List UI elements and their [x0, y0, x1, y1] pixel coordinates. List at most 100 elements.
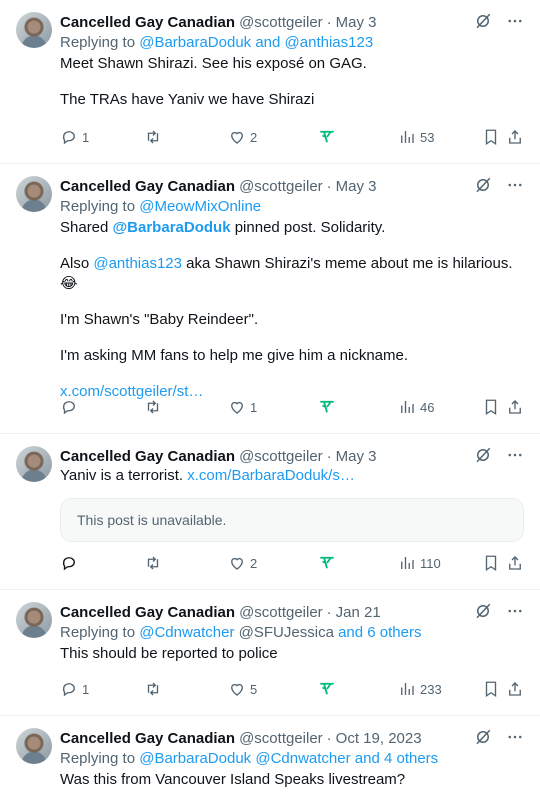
mention-link[interactable]: @SFUJessica	[235, 624, 334, 641]
share-button[interactable]	[506, 680, 524, 698]
views-icon	[398, 680, 416, 698]
share-button[interactable]	[506, 398, 524, 416]
more-options-icon[interactable]	[506, 446, 524, 464]
handle[interactable]: @scottgeiler	[239, 604, 323, 621]
avatar[interactable]	[16, 176, 52, 212]
bookmark-button[interactable]	[482, 554, 500, 572]
mention-link[interactable]: @anthias123	[285, 34, 374, 51]
others-link[interactable]: and 6 others	[334, 624, 421, 641]
more-options-icon[interactable]	[506, 602, 524, 620]
avatar[interactable]	[16, 446, 52, 482]
mention-link[interactable]: @anthias123	[93, 255, 182, 272]
retweet-button[interactable]	[144, 398, 166, 416]
grok-analyze-button[interactable]	[318, 398, 336, 416]
reply-button[interactable]: 1	[60, 680, 89, 698]
views-count: 46	[420, 399, 435, 415]
share-button[interactable]	[506, 128, 524, 146]
handle[interactable]: @scottgeiler	[239, 178, 323, 195]
unavailable-quote-card[interactable]: This post is unavailable.	[60, 498, 524, 542]
like-button[interactable]: 5	[228, 680, 257, 698]
others-link[interactable]: and 4 others	[351, 750, 438, 767]
reply-icon	[60, 554, 78, 572]
grok-analyze-button[interactable]	[318, 680, 336, 698]
retweet-button[interactable]	[144, 554, 166, 572]
tweet[interactable]: Cancelled Gay Canadian @scottgeiler · Ma…	[0, 434, 540, 590]
url-link[interactable]: x.com/BarbaraDoduk/s…	[187, 467, 355, 484]
display-name[interactable]: Cancelled Gay Canadian	[60, 604, 235, 621]
grok-icon[interactable]	[474, 446, 492, 464]
more-options-icon[interactable]	[506, 12, 524, 30]
reply-button[interactable]	[60, 554, 82, 572]
like-button[interactable]: 1	[228, 398, 257, 416]
action-bar: 1 5 233	[60, 680, 524, 700]
like-button[interactable]: 2	[228, 128, 257, 146]
grok-analyze-button[interactable]	[318, 554, 336, 572]
mention-link[interactable]: @BarbaraDoduk	[113, 219, 231, 236]
views-button[interactable]: 53	[398, 128, 434, 146]
reply-icon	[60, 680, 78, 698]
avatar[interactable]	[16, 602, 52, 638]
tweet[interactable]: Cancelled Gay Canadian @scottgeiler · Oc…	[0, 716, 540, 796]
timestamp[interactable]: May 3	[336, 448, 377, 465]
mention-link[interactable]: @Cdnwatcher	[139, 624, 234, 641]
bookmark-button[interactable]	[482, 398, 500, 416]
more-options-icon[interactable]	[506, 176, 524, 194]
bookmark-button[interactable]	[482, 128, 500, 146]
views-button[interactable]: 46	[398, 398, 434, 416]
grok-analyze-icon	[318, 398, 336, 416]
reply-button[interactable]	[60, 398, 82, 416]
tweet-text: Shared @BarbaraDoduk pinned post. Solida…	[60, 218, 524, 402]
tweet-line: Was this from Vancouver Island Speaks li…	[60, 771, 406, 788]
reply-count: 1	[82, 129, 90, 145]
heart-icon	[228, 554, 246, 572]
tweet[interactable]: Cancelled Gay Canadian @scottgeiler · Ja…	[0, 590, 540, 716]
views-icon	[398, 398, 416, 416]
tweet[interactable]: Cancelled Gay Canadian @scottgeiler · Ma…	[0, 0, 540, 164]
timestamp[interactable]: Jan 21	[336, 604, 381, 621]
grok-icon[interactable]	[474, 12, 492, 30]
retweet-button[interactable]	[144, 680, 166, 698]
avatar[interactable]	[16, 12, 52, 48]
timestamp[interactable]: Oct 19, 2023	[336, 730, 422, 747]
display-name[interactable]: Cancelled Gay Canadian	[60, 14, 235, 31]
unavailable-message: This post is unavailable.	[77, 512, 227, 528]
grok-icon[interactable]	[474, 602, 492, 620]
views-button[interactable]: 233	[398, 680, 442, 698]
separator-dot: ·	[326, 177, 332, 195]
display-name[interactable]: Cancelled Gay Canadian	[60, 448, 235, 465]
tweet-text: This should be reported to police	[60, 644, 524, 664]
grok-icon[interactable]	[474, 176, 492, 194]
handle[interactable]: @scottgeiler	[239, 448, 323, 465]
replying-and: and	[251, 34, 285, 51]
retweet-icon	[144, 398, 162, 416]
grok-analyze-button[interactable]	[318, 128, 336, 146]
mention-link[interactable]: @BarbaraDoduk	[139, 750, 251, 767]
bookmark-button[interactable]	[482, 680, 500, 698]
like-button[interactable]: 2	[228, 554, 257, 572]
handle[interactable]: @scottgeiler	[239, 730, 323, 747]
views-button[interactable]: 110	[398, 554, 441, 572]
more-options-icon[interactable]	[506, 728, 524, 746]
mention-link[interactable]: @Cdnwatcher	[251, 750, 350, 767]
tweet-text: Yaniv is a terrorist. x.com/BarbaraDoduk…	[60, 466, 524, 486]
retweet-button[interactable]	[144, 128, 166, 146]
text-segment: Yaniv is a terrorist.	[60, 467, 188, 484]
avatar[interactable]	[16, 728, 52, 764]
heart-icon	[228, 128, 246, 146]
grok-icon[interactable]	[474, 728, 492, 746]
mention-link[interactable]: @BarbaraDoduk	[139, 34, 251, 51]
timestamp[interactable]: May 3	[336, 178, 377, 195]
display-name[interactable]: Cancelled Gay Canadian	[60, 730, 235, 747]
display-name[interactable]: Cancelled Gay Canadian	[60, 178, 235, 195]
reply-icon	[60, 398, 78, 416]
tweet-line: The TRAs have Yaniv we have Shirazi	[60, 91, 315, 108]
tweet[interactable]: Cancelled Gay Canadian @scottgeiler · Ma…	[0, 164, 540, 434]
handle[interactable]: @scottgeiler	[239, 14, 323, 31]
reply-button[interactable]: 1	[60, 128, 89, 146]
replying-label: Replying to	[60, 750, 140, 767]
like-count: 2	[250, 129, 258, 145]
tweet-line: Yaniv is a terrorist. x.com/BarbaraDoduk…	[60, 466, 524, 486]
timestamp[interactable]: May 3	[336, 14, 377, 31]
share-button[interactable]	[506, 554, 524, 572]
mention-link[interactable]: @MeowMixOnline	[139, 198, 261, 215]
